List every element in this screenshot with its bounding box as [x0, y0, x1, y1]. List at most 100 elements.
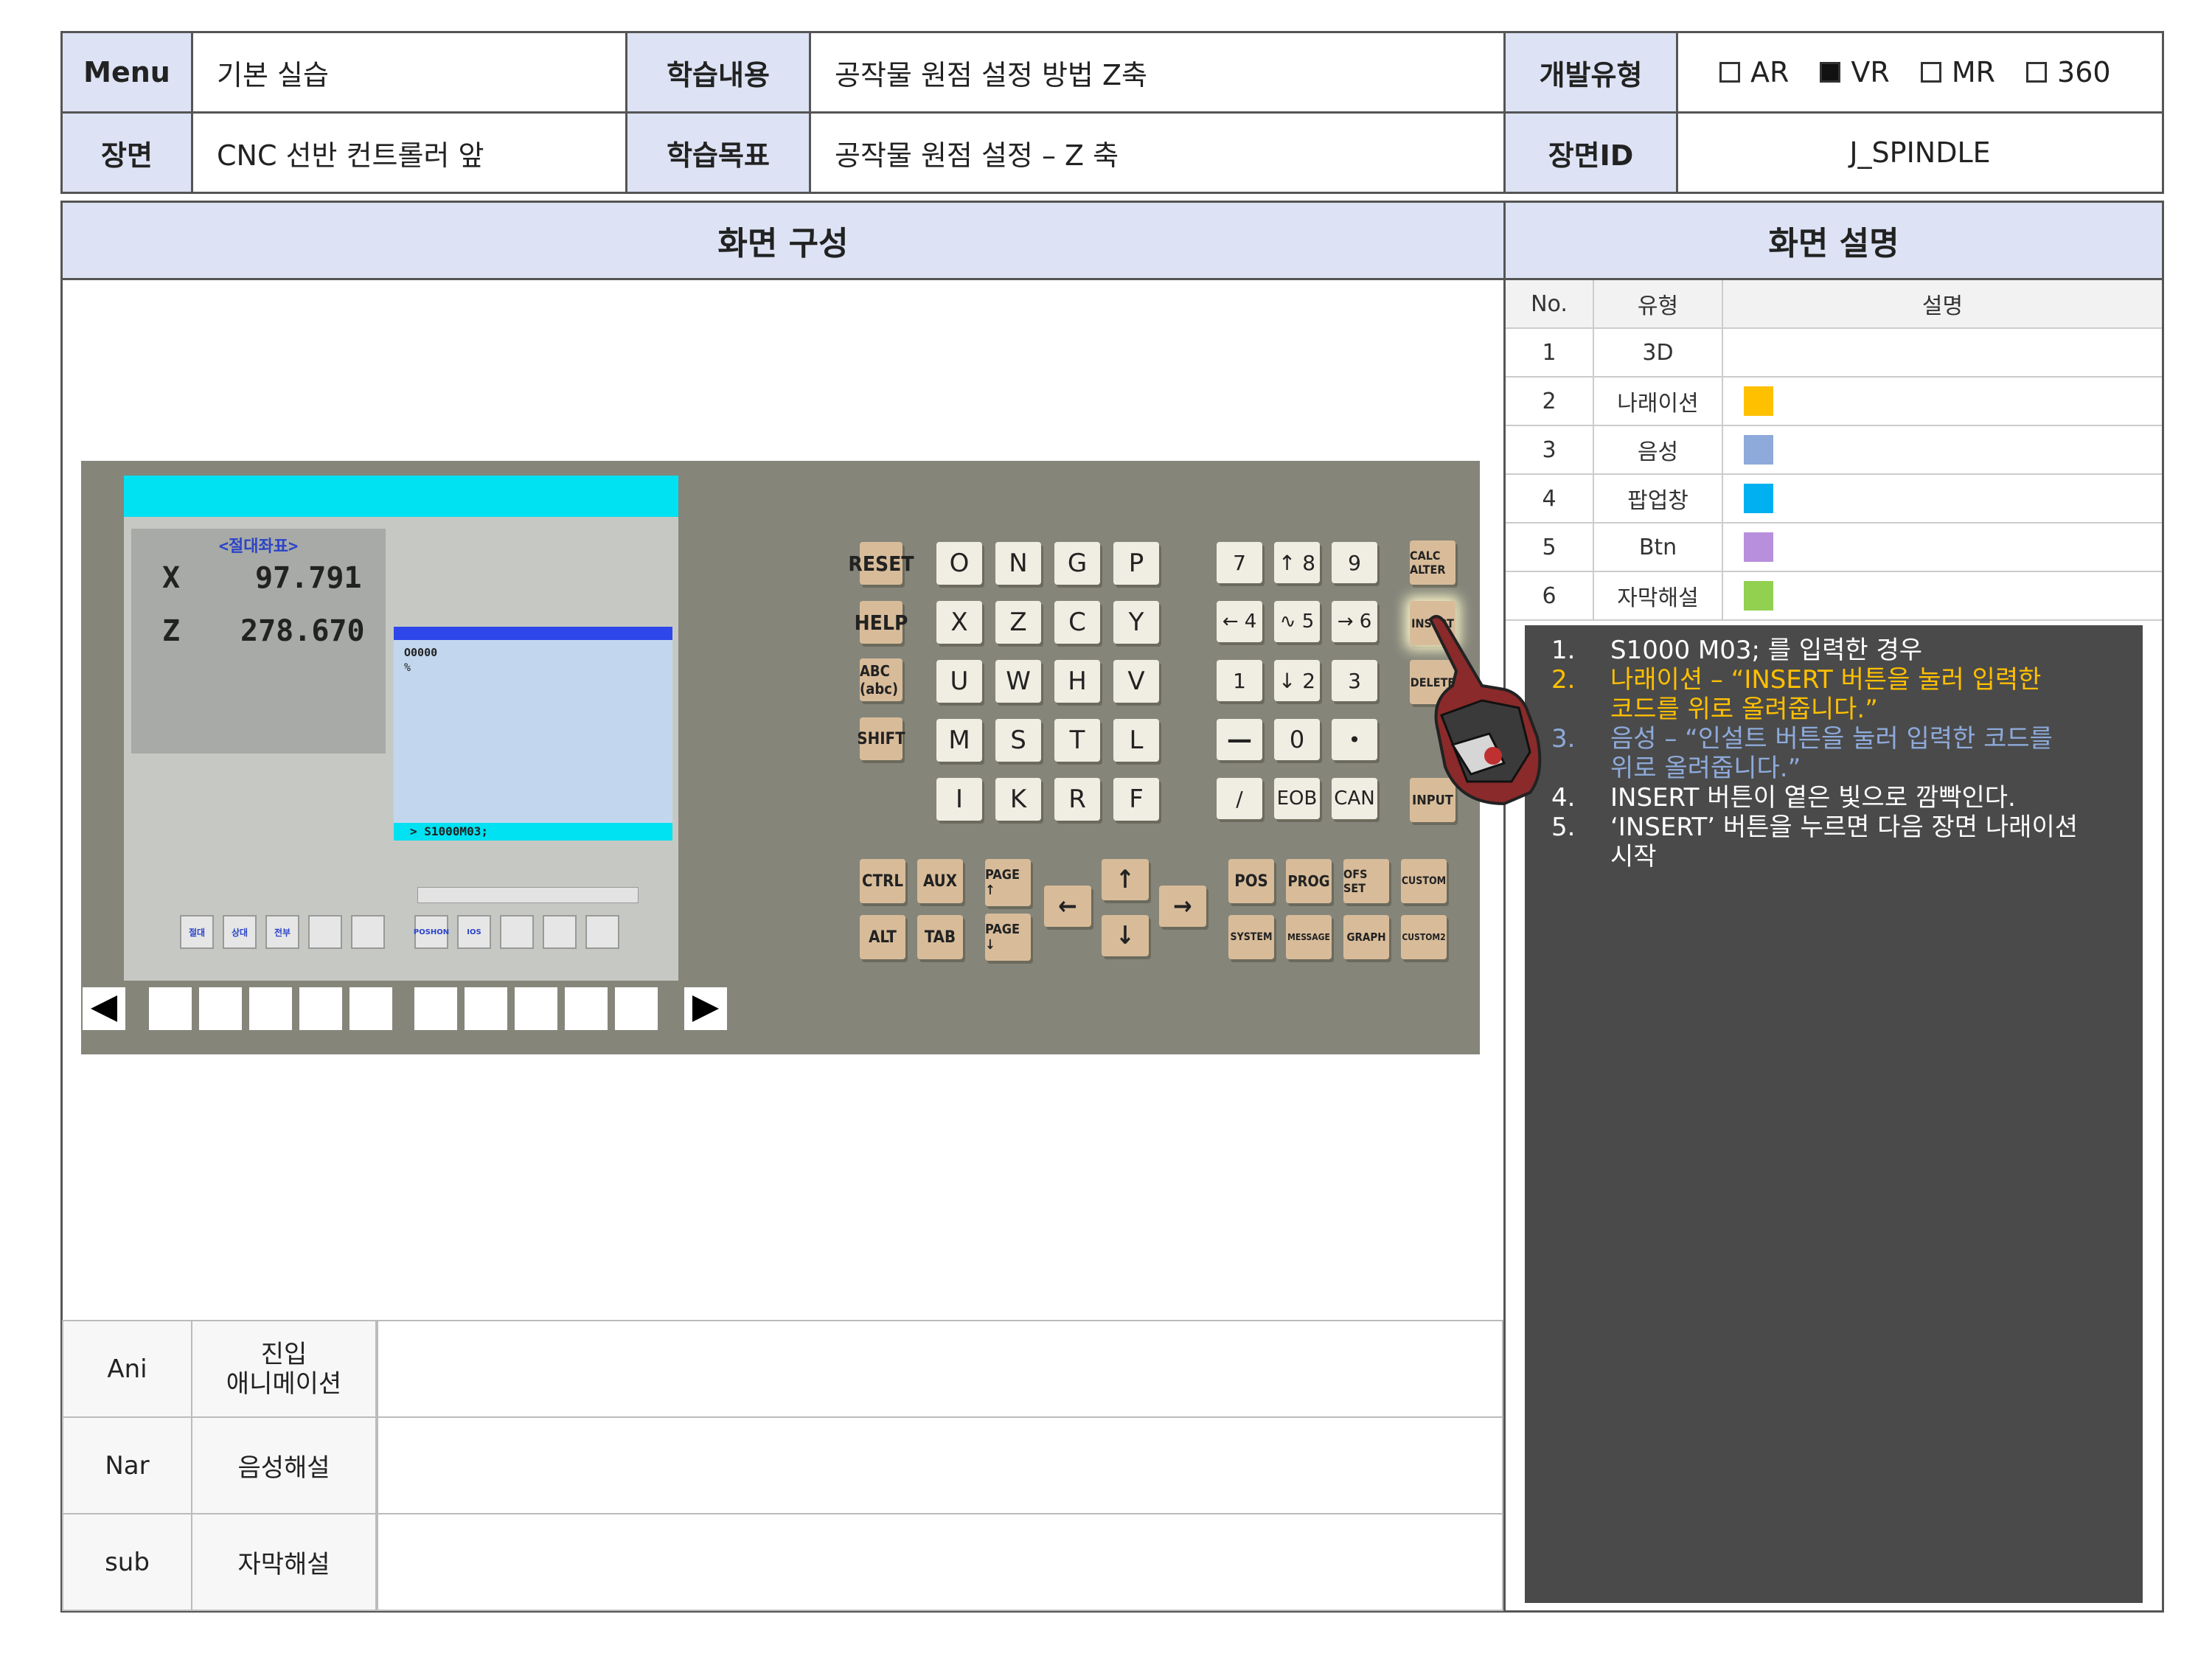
- key-pos[interactable]: POS: [1228, 859, 1274, 903]
- key-3[interactable]: 3: [1332, 660, 1377, 701]
- key-custom[interactable]: CUSTOM: [1401, 859, 1447, 903]
- key-system[interactable]: SYSTEM: [1228, 915, 1274, 959]
- softkey-blank[interactable]: [585, 915, 619, 949]
- legend-type: 나래이션: [1594, 378, 1723, 426]
- program-end: %: [404, 661, 411, 674]
- devtype-360[interactable]: 360: [2026, 56, 2111, 88]
- softkey-strip-button[interactable]: [349, 987, 392, 1030]
- key-9[interactable]: 9: [1332, 542, 1377, 583]
- softkey-blank[interactable]: [500, 915, 534, 949]
- key-k[interactable]: K: [995, 778, 1041, 821]
- checkbox-icon: [1920, 62, 1941, 83]
- key-x[interactable]: X: [936, 601, 982, 644]
- scene-value: CNC 선반 컨트롤러 앞: [191, 111, 627, 194]
- key-p[interactable]: P: [1113, 542, 1159, 585]
- key-page-up[interactable]: PAGE ↑: [985, 859, 1031, 906]
- desc-item-3: 3. 음성 – “인설트 버튼을 눌러 입력한 코드를: [1551, 724, 2053, 754]
- scene-label: 장면: [60, 111, 193, 194]
- key-s[interactable]: S: [995, 719, 1041, 762]
- key-t[interactable]: T: [1054, 719, 1100, 762]
- key-graph[interactable]: GRAPH: [1343, 915, 1389, 959]
- key-0[interactable]: 0: [1274, 719, 1320, 760]
- softkey-strip-button[interactable]: [615, 987, 658, 1030]
- cnc-monitor: <절대좌표> X 97.791 Z 278.670 O0000 % > S100…: [124, 476, 678, 981]
- softkey-blank[interactable]: [543, 915, 577, 949]
- devtype-mr[interactable]: MR: [1920, 56, 1995, 88]
- softkey-strip-button[interactable]: [199, 987, 242, 1030]
- key-alt[interactable]: ALT: [860, 915, 905, 959]
- key-v[interactable]: V: [1113, 660, 1159, 703]
- key-g[interactable]: G: [1054, 542, 1100, 585]
- sceneid-value: J_SPINDLE: [1676, 111, 2164, 194]
- key-reset[interactable]: RESET: [848, 542, 914, 585]
- softkey-poshon[interactable]: POSHON: [414, 915, 449, 949]
- key-n[interactable]: N: [995, 542, 1041, 585]
- key-7[interactable]: 7: [1217, 542, 1262, 583]
- legend-desc: [1723, 475, 2162, 524]
- key-c[interactable]: C: [1054, 601, 1100, 644]
- key-slash[interactable]: /: [1217, 778, 1262, 819]
- legend-desc: [1723, 329, 2162, 378]
- key-eob[interactable]: EOB: [1274, 778, 1320, 819]
- key-ofs-set[interactable]: OFS SET: [1343, 859, 1389, 903]
- coord-title: <절대좌표>: [218, 538, 299, 556]
- softkey-prev-button[interactable]: [83, 987, 125, 1030]
- key-4-left[interactable]: ← 4: [1217, 601, 1262, 642]
- key-ctrl[interactable]: CTRL: [860, 859, 905, 903]
- key-shift[interactable]: SHIFT: [857, 717, 905, 760]
- key-arrow-up[interactable]: ↑: [1102, 859, 1149, 900]
- softkey-blank[interactable]: [308, 915, 342, 949]
- goal-value: 공작물 원점 설정 – Z 축: [809, 111, 1506, 194]
- key-arrow-left[interactable]: ←: [1044, 886, 1091, 927]
- softkey-strip-button[interactable]: [465, 987, 507, 1030]
- key-decimal[interactable]: •: [1332, 719, 1377, 760]
- key-h[interactable]: H: [1054, 660, 1100, 703]
- key-minus[interactable]: —: [1217, 719, 1262, 760]
- key-y[interactable]: Y: [1113, 601, 1159, 644]
- key-o[interactable]: O: [936, 542, 982, 585]
- key-l[interactable]: L: [1113, 719, 1159, 762]
- checkbox-icon: [2026, 62, 2048, 83]
- key-r[interactable]: R: [1054, 778, 1100, 821]
- softkey-all[interactable]: 전부: [265, 915, 299, 949]
- key-u[interactable]: U: [936, 660, 982, 703]
- checkbox-checked-icon: [1820, 62, 1841, 83]
- key-message[interactable]: MESSAGE: [1286, 915, 1332, 959]
- key-can[interactable]: CAN: [1332, 778, 1377, 819]
- key-tab[interactable]: TAB: [917, 915, 963, 959]
- key-i[interactable]: I: [936, 778, 982, 821]
- key-help[interactable]: HELP: [855, 601, 908, 644]
- devtype-ar[interactable]: AR: [1719, 56, 1789, 88]
- key-page-down[interactable]: PAGE ↓: [985, 914, 1031, 961]
- softkey-next-button[interactable]: [684, 987, 727, 1030]
- key-w[interactable]: W: [995, 660, 1041, 703]
- row-content-ani: [377, 1320, 1503, 1418]
- devtype-vr[interactable]: VR: [1820, 56, 1890, 88]
- key-arrow-right[interactable]: →: [1159, 886, 1206, 927]
- key-m[interactable]: M: [936, 719, 982, 762]
- key-5[interactable]: ∿ 5: [1274, 601, 1320, 642]
- key-custom2[interactable]: CUSTOM2: [1401, 915, 1447, 959]
- softkey-strip-button[interactable]: [299, 987, 342, 1030]
- program-number: O0000: [404, 646, 438, 659]
- key-2-down[interactable]: ↓ 2: [1274, 660, 1320, 701]
- softkey-relative[interactable]: 상대: [223, 915, 257, 949]
- key-calc-alter[interactable]: CALC ALTER: [1410, 540, 1455, 585]
- softkey-strip-button[interactable]: [249, 987, 292, 1030]
- key-aux[interactable]: AUX: [917, 859, 963, 903]
- softkey-blank[interactable]: [351, 915, 385, 949]
- softkey-strip-button[interactable]: [149, 987, 192, 1030]
- key-arrow-down[interactable]: ↓: [1102, 915, 1149, 956]
- key-abc[interactable]: ABC (abc): [860, 658, 902, 701]
- key-6-right[interactable]: → 6: [1332, 601, 1377, 642]
- key-z[interactable]: Z: [995, 601, 1041, 644]
- key-f[interactable]: F: [1113, 778, 1159, 821]
- key-prog[interactable]: PROG: [1286, 859, 1332, 903]
- softkey-absolute[interactable]: 절대: [180, 915, 214, 949]
- softkey-strip-button[interactable]: [414, 987, 457, 1030]
- key-8-up[interactable]: ↑ 8: [1274, 542, 1320, 583]
- key-1[interactable]: 1: [1217, 660, 1262, 701]
- softkey-strip-button[interactable]: [515, 987, 557, 1030]
- softkey-ios[interactable]: IOS: [457, 915, 491, 949]
- softkey-strip-button[interactable]: [565, 987, 608, 1030]
